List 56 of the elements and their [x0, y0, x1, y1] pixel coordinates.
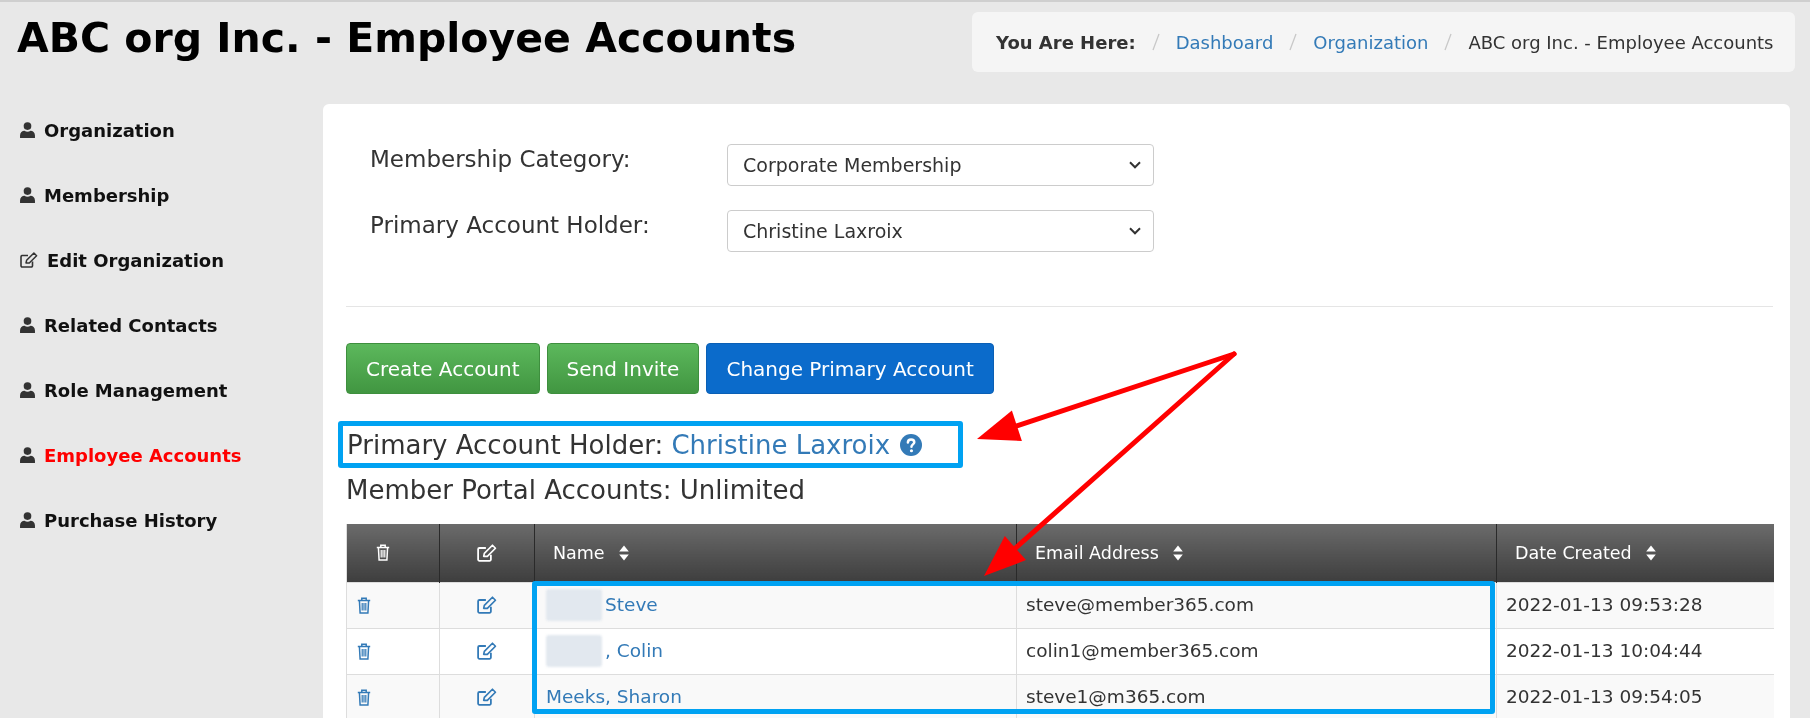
- action-button[interactable]: Change Primary Account: [706, 343, 994, 394]
- sort-icon: [1645, 544, 1656, 561]
- chevron-down-icon: [1129, 161, 1141, 169]
- breadcrumb-label: You Are Here:: [996, 30, 1136, 55]
- dropdown[interactable]: Christine Laxroix: [727, 210, 1154, 252]
- sidebar-item[interactable]: Related Contacts: [20, 305, 218, 345]
- trash-icon: [376, 544, 390, 562]
- edit-icon: [20, 252, 38, 268]
- chevron-down-icon: [1129, 227, 1141, 235]
- field-label: Membership Category:: [370, 145, 632, 174]
- separator-icon: [1289, 33, 1298, 51]
- separator-icon: [1444, 33, 1453, 51]
- trash-icon[interactable]: [357, 596, 371, 614]
- breadcrumb-current: ABC org Inc. - Employee Accounts: [1468, 30, 1774, 55]
- user-icon: [20, 122, 35, 138]
- field-label: Primary Account Holder:: [370, 211, 651, 240]
- name-link[interactable]: , Colin: [605, 640, 663, 662]
- user-icon: [20, 187, 35, 203]
- edit-icon: [477, 543, 497, 562]
- column-header[interactable]: Email Address: [1016, 524, 1497, 582]
- edit-icon[interactable]: [477, 688, 497, 707]
- column-header[interactable]: Date Created: [1496, 524, 1774, 582]
- table-cell: colin1@member365.com: [1016, 628, 1497, 674]
- user-icon: [20, 317, 35, 333]
- separator-icon: [1151, 33, 1160, 51]
- trash-icon[interactable]: [357, 688, 371, 706]
- sidebar-item[interactable]: Edit Organization: [20, 240, 224, 280]
- primary-holder-text: Primary Account Holder: Christine Laxroix: [347, 428, 891, 461]
- table-cell: 2022-01-13 09:54:05: [1496, 674, 1774, 718]
- breadcrumb-link[interactable]: Dashboard: [1175, 28, 1274, 56]
- table-cell: 2022-01-13 09:53:28: [1496, 582, 1774, 628]
- sidebar-item[interactable]: Purchase History: [20, 500, 218, 540]
- trash-icon[interactable]: [357, 642, 371, 660]
- column-header[interactable]: Name: [534, 524, 1017, 582]
- name-link[interactable]: Meeks, Sharon: [546, 686, 682, 709]
- page-title: ABC org Inc. - Employee Accounts: [17, 13, 797, 64]
- edit-icon[interactable]: [477, 642, 497, 660]
- table-cell: steve1@m365.com: [1016, 674, 1497, 718]
- sort-icon: [1172, 544, 1183, 561]
- breadcrumb-link[interactable]: Organization: [1313, 28, 1429, 56]
- edit-icon[interactable]: [477, 596, 497, 614]
- sort-icon: [618, 544, 629, 561]
- portal-accounts-text: Member Portal Accounts: Unlimited: [346, 475, 805, 505]
- table-cell: 2022-01-13 10:04:44: [1496, 628, 1774, 674]
- sidebar-item[interactable]: Organization: [20, 110, 175, 150]
- user-icon: [20, 512, 35, 528]
- sidebar-item[interactable]: Role Management: [20, 370, 228, 410]
- holder-link[interactable]: Christine Laxroix: [671, 429, 891, 460]
- dropdown[interactable]: Corporate Membership: [727, 144, 1154, 186]
- table-cell: steve@member365.com: [1016, 582, 1497, 628]
- sidebar-item[interactable]: Membership: [20, 175, 170, 215]
- name-link[interactable]: Steve: [605, 594, 658, 616]
- user-icon: [20, 382, 35, 398]
- help-icon[interactable]: [900, 433, 923, 456]
- redaction-blur: [546, 635, 602, 667]
- user-icon: [20, 447, 35, 463]
